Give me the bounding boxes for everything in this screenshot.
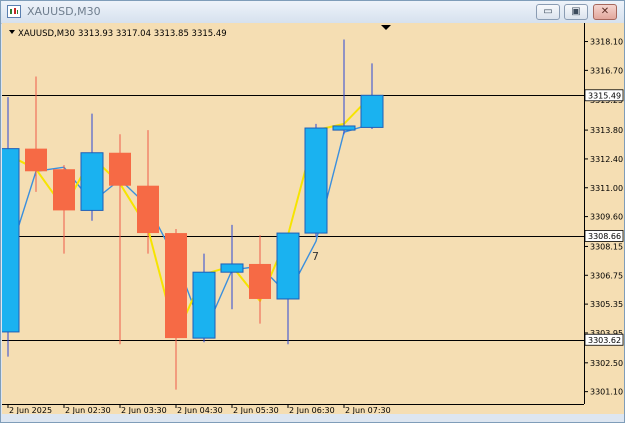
bull-candle <box>0 148 20 333</box>
ohlc-header: 3313.93 3317.04 3313.85 3315.49 <box>78 29 227 39</box>
price-tick-label: 3313.80 <box>590 126 623 135</box>
bear-candle <box>137 185 159 234</box>
time-tick-label: 2 Jun 03:30 <box>121 406 167 414</box>
minimize-button[interactable]: ▭ <box>536 4 560 20</box>
chart-window: XAUUSD,M30 ▭ ▣ ✕ XAUUSD,M30 3313.93 3317.… <box>0 0 625 423</box>
bull-candle <box>80 152 104 211</box>
symbol-header: XAUUSD,M30 <box>18 29 75 39</box>
time-tick-label: 2 Jun 06:30 <box>289 406 335 414</box>
bear-candle <box>109 152 131 186</box>
price-tick-label: 3309.60 <box>590 213 623 222</box>
price-tick-label: 3306.75 <box>590 271 623 280</box>
price-label-text: 3308.66 <box>588 232 621 241</box>
bull-candle <box>220 263 244 273</box>
chart-area[interactable]: XAUUSD,M30 3313.93 3317.04 3313.85 3315.4… <box>0 23 624 415</box>
shift-marker-icon <box>381 25 391 30</box>
price-tick-label: 3302.50 <box>590 359 623 368</box>
price-label-text: 3303.62 <box>588 336 621 345</box>
time-tick-label: 2 Jun 04:30 <box>177 406 223 414</box>
window-title: XAUUSD,M30 <box>27 5 101 18</box>
bull-candle <box>276 232 300 300</box>
price-label-text: 3315.49 <box>588 91 621 100</box>
bull-candle <box>304 127 328 234</box>
time-tick-label: 2 Jun 02:30 <box>65 406 111 414</box>
price-chart[interactable]: XAUUSD,M30 3313.93 3317.04 3313.85 3315.4… <box>0 23 624 415</box>
price-tick-label: 3318.10 <box>590 38 623 47</box>
bear-candle <box>249 263 271 299</box>
price-tick-label: 3316.70 <box>590 66 623 75</box>
close-button[interactable]: ✕ <box>593 4 617 20</box>
bull-candle <box>360 94 384 128</box>
price-tick-label: 3305.35 <box>590 300 623 309</box>
close-icon: ✕ <box>600 6 610 17</box>
price-tick-label: 3312.40 <box>590 155 623 164</box>
symbol-dropdown-icon <box>9 30 15 34</box>
status-strip <box>2 414 624 422</box>
time-tick-label: 2 Jun 2025 <box>9 406 52 414</box>
price-tick-label: 3308.15 <box>590 242 623 251</box>
price-tick-label: 3311.00 <box>590 184 623 193</box>
title-bar[interactable]: XAUUSD,M30 ▭ ▣ ✕ <box>1 1 624 24</box>
bear-candle <box>25 148 47 172</box>
time-tick-label: 2 Jun 05:30 <box>233 406 279 414</box>
minimize-icon: ▭ <box>543 6 553 17</box>
chart-marker: 7 <box>312 250 319 263</box>
restore-button[interactable]: ▣ <box>564 4 588 20</box>
bear-candle <box>165 233 187 339</box>
bull-candle <box>332 125 356 131</box>
bull-candle <box>192 271 216 339</box>
price-tick-label: 3301.10 <box>590 388 623 397</box>
time-tick-label: 2 Jun 07:30 <box>345 406 391 414</box>
chart-window-icon <box>7 5 21 18</box>
restore-icon: ▣ <box>571 6 581 17</box>
bear-candle <box>53 169 75 211</box>
